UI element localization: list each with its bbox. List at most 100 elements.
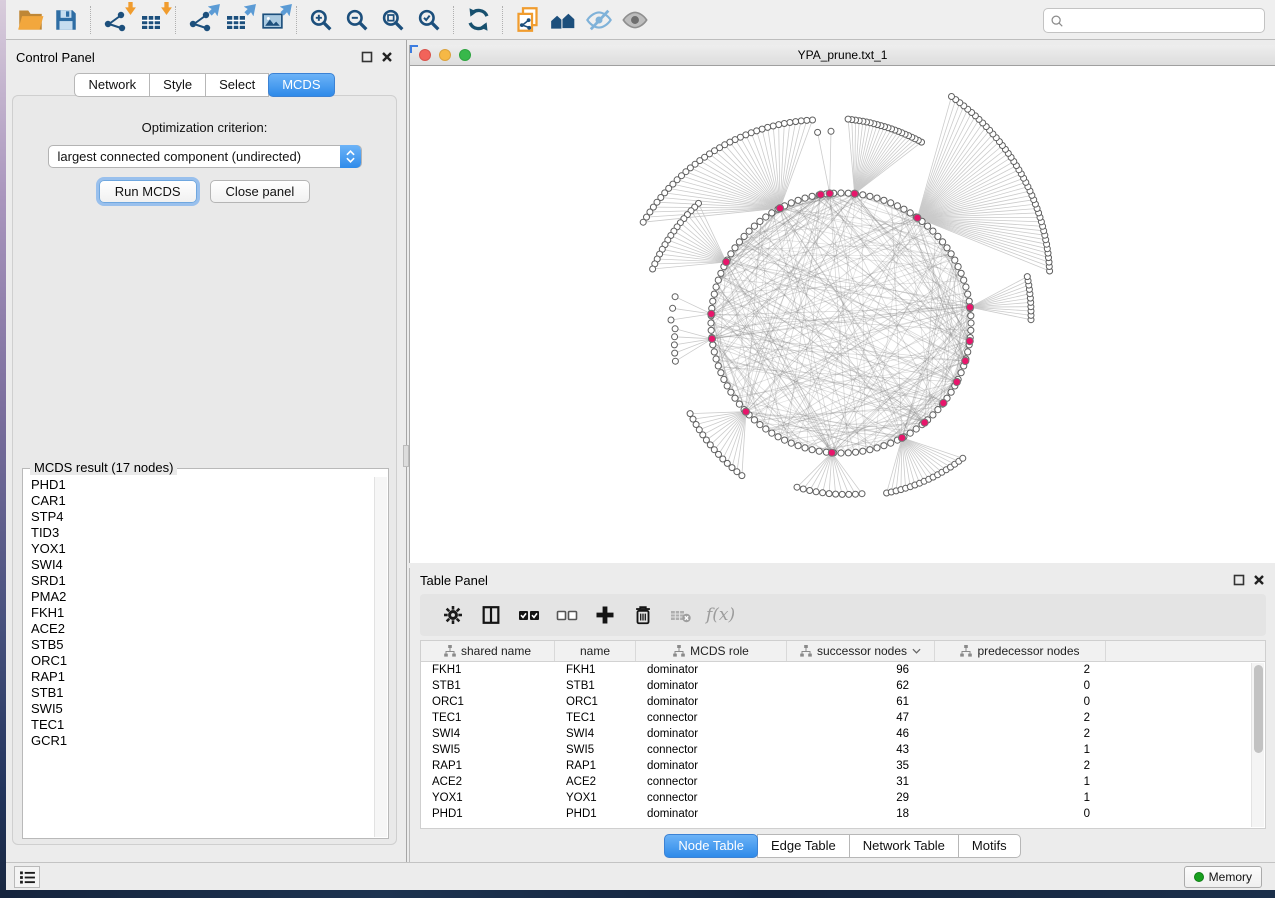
close-panel-icon[interactable] [1253, 574, 1265, 586]
mcds-result-item[interactable]: FKH1 [31, 605, 374, 621]
run-mcds-button[interactable]: Run MCDS [99, 180, 197, 203]
mcds-result-item[interactable]: TEC1 [31, 717, 374, 733]
task-history-button[interactable] [14, 866, 40, 888]
mcds-result-item[interactable]: ORC1 [31, 653, 374, 669]
export-table-button[interactable] [218, 4, 254, 36]
float-panel-icon[interactable] [361, 51, 373, 63]
table-cell: connector [636, 742, 787, 758]
table-row[interactable]: ORC1ORC1dominator610 [421, 694, 1265, 710]
eye-icon [621, 6, 649, 34]
table-cell: 2 [935, 662, 1106, 678]
save-session-button[interactable] [48, 4, 84, 36]
table-cell: 35 [787, 758, 935, 774]
column-header-predecessor-nodes[interactable]: predecessor nodes [935, 641, 1106, 661]
table-cell: ORC1 [421, 694, 555, 710]
import-table-button[interactable] [133, 4, 169, 36]
column-header-label: name [580, 644, 610, 658]
zoom-fit-button[interactable] [375, 4, 411, 36]
mcds-result-item[interactable]: STB5 [31, 637, 374, 653]
table-row[interactable]: SWI4SWI4dominator462 [421, 726, 1265, 742]
table-row[interactable]: PHD1PHD1dominator180 [421, 806, 1265, 822]
float-panel-icon[interactable] [1233, 574, 1245, 586]
column-header-name[interactable]: name [555, 641, 636, 661]
mcds-result-item[interactable]: TID3 [31, 525, 374, 541]
tab-select[interactable]: Select [205, 73, 269, 97]
mcds-result-item[interactable]: YOX1 [31, 541, 374, 557]
mcds-result-item[interactable]: PMA2 [31, 589, 374, 605]
mcds-result-item[interactable]: CAR1 [31, 493, 374, 509]
tab-mcds[interactable]: MCDS [268, 73, 334, 97]
home-button[interactable] [545, 4, 581, 36]
tab-style[interactable]: Style [149, 73, 206, 97]
zoom-in-button[interactable] [303, 4, 339, 36]
close-panel-button[interactable]: Close panel [210, 180, 311, 203]
eye-slash-icon [585, 6, 613, 34]
mcds-result-item[interactable]: GCR1 [31, 733, 374, 749]
tab-network[interactable]: Network [74, 73, 150, 97]
deselect-all-columns-button[interactable] [548, 598, 586, 632]
table-row[interactable]: STB1STB1dominator620 [421, 678, 1265, 694]
table-row[interactable]: YOX1YOX1connector291 [421, 790, 1265, 806]
search-input[interactable] [1069, 14, 1258, 28]
import-network-button[interactable] [97, 4, 133, 36]
optimization-criterion-select[interactable]: largest connected component (undirected) [48, 145, 362, 168]
table-cell: dominator [636, 806, 787, 822]
close-panel-icon[interactable] [381, 51, 393, 63]
mcds-result-item[interactable]: ACE2 [31, 621, 374, 637]
dropdown-spinner-icon [340, 145, 361, 168]
network-window-titlebar[interactable]: YPA_prune.txt_1 [410, 45, 1275, 66]
select-all-columns-button[interactable] [510, 598, 548, 632]
table-cell: STB1 [421, 678, 555, 694]
table-row[interactable]: FKH1FKH1dominator962 [421, 662, 1265, 678]
table-scrollbar[interactable] [1251, 663, 1264, 827]
node-table[interactable]: shared name name MCDS rolesuccessor nodes p… [420, 640, 1266, 829]
table-cell: dominator [636, 694, 787, 710]
delete-table-icon [669, 603, 693, 627]
zoom-out-button[interactable] [339, 4, 375, 36]
open-file-button[interactable] [12, 4, 48, 36]
network-canvas[interactable] [410, 66, 1275, 563]
table-row[interactable]: ACE2ACE2connector311 [421, 774, 1265, 790]
tab-motifs[interactable]: Motifs [958, 834, 1021, 858]
tab-network-table[interactable]: Network Table [849, 834, 959, 858]
mcds-result-title: MCDS result (17 nodes) [30, 460, 177, 475]
delete-column-button[interactable] [624, 598, 662, 632]
mcds-result-item[interactable]: STP4 [31, 509, 374, 525]
mcds-result-item[interactable]: SWI4 [31, 557, 374, 573]
tab-edge-table[interactable]: Edge Table [757, 834, 850, 858]
export-image-button[interactable] [254, 4, 290, 36]
share-network-button[interactable] [509, 4, 545, 36]
mcds-result-item[interactable]: STB1 [31, 685, 374, 701]
show-all-button[interactable] [617, 4, 653, 36]
mcds-result-item[interactable]: PHD1 [31, 477, 374, 493]
table-cell: FKH1 [421, 662, 555, 678]
search-icon [1050, 14, 1064, 28]
table-row[interactable]: TEC1TEC1connector472 [421, 710, 1265, 726]
settings-gear-button[interactable] [434, 598, 472, 632]
table-row[interactable]: SWI5SWI5connector431 [421, 742, 1265, 758]
mcds-result-list[interactable]: PHD1CAR1STP4TID3YOX1SWI4SRD1PMA2FKH1ACE2… [24, 477, 374, 837]
table-row[interactable]: RAP1RAP1dominator352 [421, 758, 1265, 774]
column-header-shared-name[interactable]: shared name [421, 641, 555, 661]
mcds-result-item[interactable]: SWI5 [31, 701, 374, 717]
refresh-layout-button[interactable] [460, 4, 496, 36]
mcds-result-item[interactable]: RAP1 [31, 669, 374, 685]
mcds-result-scrollbar[interactable] [374, 477, 387, 837]
column-visibility-button[interactable] [472, 598, 510, 632]
hide-selected-button[interactable] [581, 4, 617, 36]
search-field[interactable] [1043, 8, 1265, 33]
zoom-selected-button[interactable] [411, 4, 447, 36]
tab-node-table[interactable]: Node Table [664, 834, 758, 858]
table-cell: 62 [787, 678, 935, 694]
save-icon [53, 7, 79, 33]
column-header-successor-nodes[interactable]: successor nodes [787, 641, 935, 661]
column-header-MCDS-role[interactable]: MCDS role [636, 641, 787, 661]
mcds-result-item[interactable]: SRD1 [31, 573, 374, 589]
scrollbar-thumb[interactable] [1254, 665, 1263, 753]
tree-attribute-icon [673, 645, 685, 657]
export-network-button[interactable] [182, 4, 218, 36]
table-cell: 0 [935, 694, 1106, 710]
column-header-label: predecessor nodes [977, 644, 1079, 658]
memory-button[interactable]: Memory [1184, 866, 1262, 888]
add-column-button[interactable] [586, 598, 624, 632]
